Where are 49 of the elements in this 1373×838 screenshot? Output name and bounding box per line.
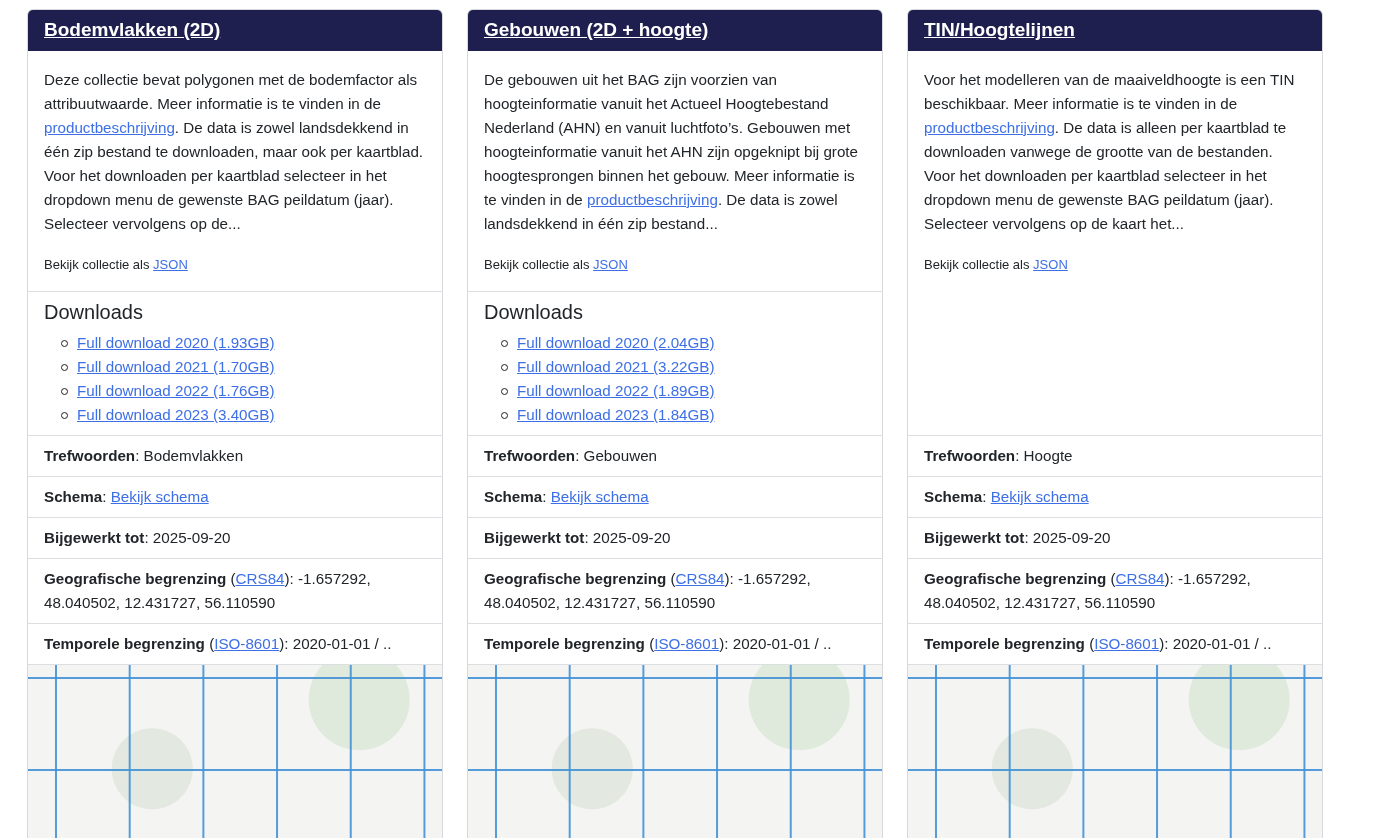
download-link[interactable]: Full download 2022 (1.76GB) (77, 379, 275, 403)
download-link[interactable]: Full download 2021 (1.70GB) (77, 355, 275, 379)
metadata-text: Trefwoorden: Hoogte (924, 446, 1074, 466)
metadata-text: Trefwoorden: Bodemvlakken (44, 446, 245, 466)
metadata-link[interactable]: ISO-8601 (1094, 635, 1160, 652)
metadata-link[interactable]: CRS84 (235, 570, 285, 587)
metadata-text: Geografische begrenzing (CRS84): -1.657292, 48.040502, 12.431727, 56.110590 (924, 569, 1252, 613)
metadata-link[interactable]: ISO-8601 (214, 635, 280, 652)
metadata-text: Temporele begrenzing (ISO-8601): 2020-01-01 / .. (484, 634, 833, 654)
description-text: Voor het modelleren van de maaiveldhoogte is een TIN beschikbaar. Meer informatie is te vinden in de productbeschrijving. De data is alleen per kaartblad te downloaden vanwege de grootte van de bestanden. Voor het downloaden per kaartblad selecteer in het dropdown menu de gewenste BAG peildatum (jaar). Selecteer vervolgens op de kaart het... (924, 70, 1296, 234)
download-link[interactable]: Full download 2020 (1.93GB) (77, 331, 275, 355)
description-text: Deze collectie bevat polygonen met de bodemfactor als attribuutwaarde. Meer informatie is te vinden in de productbeschrijving. De data is zowel landsdekkend in één zip bestand te downloaden, maar ook per kaartblad. Voor het downloaden per kaartblad selecteer in het dropdown menu de gewenste BAG peildatum (jaar). Selecteer vervolgens op de... (44, 70, 425, 234)
json-link[interactable]: JSON (1033, 257, 1068, 272)
description-link[interactable]: productbeschrijving (587, 191, 718, 208)
downloads-heading: Downloads (484, 300, 584, 324)
metadata-text: Temporele begrenzing (ISO-8601): 2020-01-01 / .. (44, 634, 393, 654)
metadata-link[interactable]: Bekijk schema (110, 488, 209, 505)
description-link[interactable]: productbeschrijving (924, 119, 1055, 136)
metadata-link[interactable]: Bekijk schema (990, 488, 1089, 505)
metadata-text: Schema: Bekijk schema (924, 487, 1090, 507)
download-link[interactable]: Full download 2021 (3.22GB) (517, 355, 715, 379)
metadata-link[interactable]: Bekijk schema (550, 488, 649, 505)
description-link[interactable]: productbeschrijving (44, 119, 175, 136)
download-link[interactable]: Full download 2023 (1.84GB) (517, 403, 715, 427)
metadata-text: Geografische begrenzing (CRS84): -1.657292, 48.040502, 12.431727, 56.110590 (44, 569, 372, 613)
metadata-link[interactable]: CRS84 (1115, 570, 1165, 587)
json-link[interactable]: JSON (153, 257, 188, 272)
collection-title-link[interactable]: Bodemvlakken (2D) (44, 19, 221, 40)
metadata-link[interactable]: ISO-8601 (654, 635, 720, 652)
download-link[interactable]: Full download 2022 (1.89GB) (517, 379, 715, 403)
downloads-heading: Downloads (44, 300, 144, 324)
metadata-text: Schema: Bekijk schema (484, 487, 650, 507)
download-link[interactable]: Full download 2020 (2.04GB) (517, 331, 715, 355)
json-note-text: Bekijk collectie als JSON (924, 256, 1069, 274)
metadata-text: Bijgewerkt tot: 2025-09-20 (924, 528, 1112, 548)
metadata-text: Bijgewerkt tot: 2025-09-20 (44, 528, 232, 548)
json-link[interactable]: JSON (593, 257, 628, 272)
metadata-text: Geografische begrenzing (CRS84): -1.657292, 48.040502, 12.431727, 56.110590 (484, 569, 812, 613)
description-text: De gebouwen uit het BAG zijn voorzien van hoogteinformatie vanuit het Actueel Hoogtebestand Nederland (AHN) en vanuit luchtfoto’s. Gebouwen met hoogteinformatie vanuit het AHN zijn opgeknipt bij grote hoogtesprongen binnen het gebouw. Meer informatie is te vinden in de productbeschrijving. De data is zowel landsdekkend in één zip bestand... (484, 70, 859, 234)
collection-title-link[interactable]: Gebouwen (2D + hoogte) (484, 19, 709, 40)
json-note-text: Bekijk collectie als JSON (484, 256, 629, 274)
metadata-text: Bijgewerkt tot: 2025-09-20 (484, 528, 672, 548)
metadata-text: Trefwoorden: Gebouwen (484, 446, 659, 466)
metadata-link[interactable]: CRS84 (675, 570, 725, 587)
metadata-text: Temporele begrenzing (ISO-8601): 2020-01-01 / .. (924, 634, 1273, 654)
download-link[interactable]: Full download 2023 (3.40GB) (77, 403, 275, 427)
json-note-text: Bekijk collectie als JSON (44, 256, 189, 274)
metadata-text: Schema: Bekijk schema (44, 487, 210, 507)
collection-title-link[interactable]: TIN/Hoogtelijnen (924, 19, 1075, 40)
